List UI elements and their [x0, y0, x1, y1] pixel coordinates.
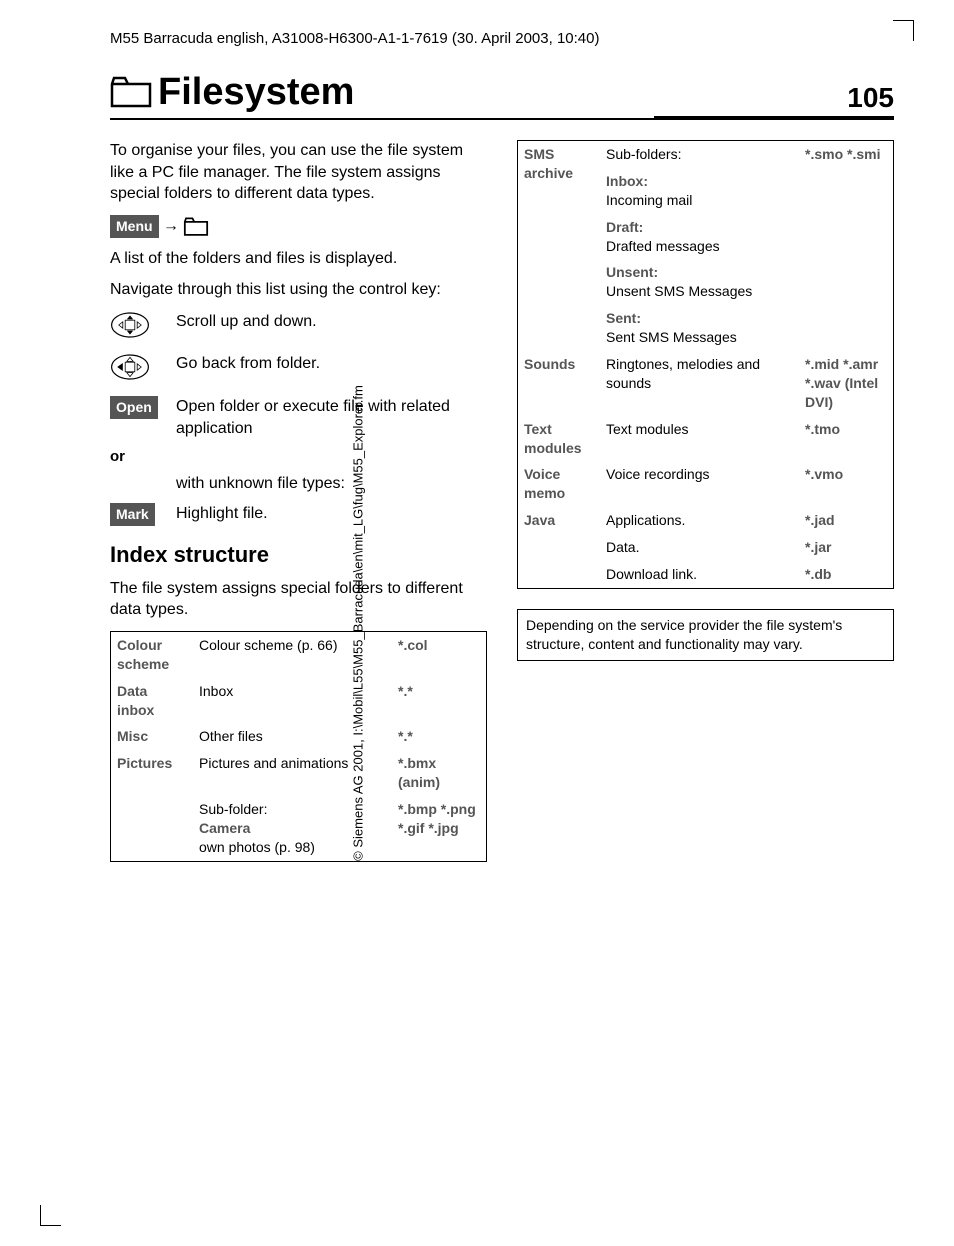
index-table-right: SMS archive Sub-folders: *.smo *.smi Inb…	[517, 140, 894, 589]
title-underline	[110, 118, 894, 120]
row-label: Text modules	[518, 416, 601, 462]
row-desc: Inbox	[193, 678, 392, 724]
intro-p1: To organise your files, you can use the …	[110, 140, 487, 205]
row-desc: Sub-folders:	[600, 141, 799, 168]
row-label: Colour scheme	[111, 631, 194, 677]
row-ext: *.mid *.amr *.wav (Intel DVI)	[799, 351, 894, 416]
intro-p2: A list of the folders and files is displ…	[110, 248, 487, 270]
open-label: Open	[110, 396, 158, 419]
nav-scroll-text: Scroll up and down.	[176, 311, 487, 333]
row-desc: Download link.	[600, 561, 799, 588]
row-ext: *.*	[392, 723, 487, 750]
index-table-left: Colour scheme Colour scheme (p. 66) *.co…	[110, 631, 487, 862]
table-row: Colour scheme Colour scheme (p. 66) *.co…	[111, 631, 487, 677]
row-ext: *.smo *.smi	[799, 141, 894, 352]
title-row: Filesystem 105	[110, 71, 894, 114]
row-desc: Text modules	[600, 416, 799, 462]
row-label: Data inbox	[111, 678, 194, 724]
left-column: To organise your files, you can use the …	[110, 140, 487, 862]
table-row: Voice memo Voice recordings *.vmo	[518, 461, 894, 507]
dpad-left-icon	[110, 353, 150, 381]
row-desc: Sub-folder: Camera own photos (p. 98)	[193, 796, 392, 861]
crop-mark-bl	[40, 1205, 61, 1226]
row-desc: Colour scheme (p. 66)	[193, 631, 392, 677]
nav-back: Go back from folder.	[110, 353, 487, 388]
row-ext: *.vmo	[799, 461, 894, 507]
nav-open-text: Open folder or execute file with related…	[176, 396, 487, 439]
row-desc: Inbox:Incoming mail	[600, 168, 799, 214]
page-number: 105	[847, 82, 894, 114]
mark-label: Mark	[110, 503, 155, 526]
row-desc: Sent:Sent SMS Messages	[600, 305, 799, 351]
row-ext: *.jar	[799, 534, 894, 561]
row-label: Voice memo	[518, 461, 601, 507]
content-columns: To organise your files, you can use the …	[110, 140, 894, 862]
row-ext: *.bmx (anim)	[392, 750, 487, 796]
nav-mark: Mark Highlight file.	[110, 503, 487, 526]
nav-mark-text: Highlight file.	[176, 503, 487, 525]
row-desc: Voice recordings	[600, 461, 799, 507]
row-desc: Draft:Drafted messages	[600, 214, 799, 260]
nav-unknown: with unknown file types:	[110, 473, 487, 495]
menu-label: Menu	[110, 215, 159, 238]
menu-path: Menu →	[110, 215, 487, 238]
or-label: or	[110, 447, 487, 467]
table-row: Text modules Text modules *.tmo	[518, 416, 894, 462]
row-label: Pictures	[111, 750, 194, 861]
folder-icon	[110, 74, 152, 108]
row-desc: Unsent:Unsent SMS Messages	[600, 259, 799, 305]
arrow-icon: →	[163, 217, 179, 234]
table-row: Sounds Ringtones, melodies and sounds *.…	[518, 351, 894, 416]
row-label: Java	[518, 507, 601, 588]
table-row: Java Applications. *.jad	[518, 507, 894, 534]
row-ext: *.jad	[799, 507, 894, 534]
row-desc: Data.	[600, 534, 799, 561]
page-container: M55 Barracuda english, A31008-H6300-A1-1…	[0, 0, 954, 892]
row-desc: Applications.	[600, 507, 799, 534]
index-intro: The file system assigns special folders …	[110, 578, 487, 621]
right-column: SMS archive Sub-folders: *.smo *.smi Inb…	[517, 140, 894, 862]
row-ext: *.col	[392, 631, 487, 677]
table-row: SMS archive Sub-folders: *.smo *.smi	[518, 141, 894, 168]
nav-unknown-text: with unknown file types:	[176, 473, 487, 495]
note-box: Depending on the service provider the fi…	[517, 609, 894, 661]
table-row: Data inbox Inbox *.*	[111, 678, 487, 724]
dpad-updown-icon	[110, 311, 150, 339]
nav-open: Open Open folder or execute file with re…	[110, 396, 487, 439]
table-row: Misc Other files *.*	[111, 723, 487, 750]
row-desc: Pictures and animations	[193, 750, 392, 796]
page-title: Filesystem	[158, 71, 847, 114]
row-ext: *.tmo	[799, 416, 894, 462]
header-meta: M55 Barracuda english, A31008-H6300-A1-1…	[110, 30, 894, 47]
row-label: SMS archive	[518, 141, 601, 352]
row-label: Sounds	[518, 351, 601, 416]
row-desc: Ringtones, melodies and sounds	[600, 351, 799, 416]
nav-scroll: Scroll up and down.	[110, 311, 487, 346]
row-desc: Other files	[193, 723, 392, 750]
intro-p3: Navigate through this list using the con…	[110, 279, 487, 301]
nav-back-text: Go back from folder.	[176, 353, 487, 375]
index-heading: Index structure	[110, 540, 487, 570]
small-folder-icon	[183, 216, 209, 236]
table-row: Pictures Pictures and animations *.bmx (…	[111, 750, 487, 796]
row-ext: *.*	[392, 678, 487, 724]
row-ext: *.db	[799, 561, 894, 588]
row-label: Misc	[111, 723, 194, 750]
row-ext: *.bmp *.png *.gif *.jpg	[392, 796, 487, 861]
